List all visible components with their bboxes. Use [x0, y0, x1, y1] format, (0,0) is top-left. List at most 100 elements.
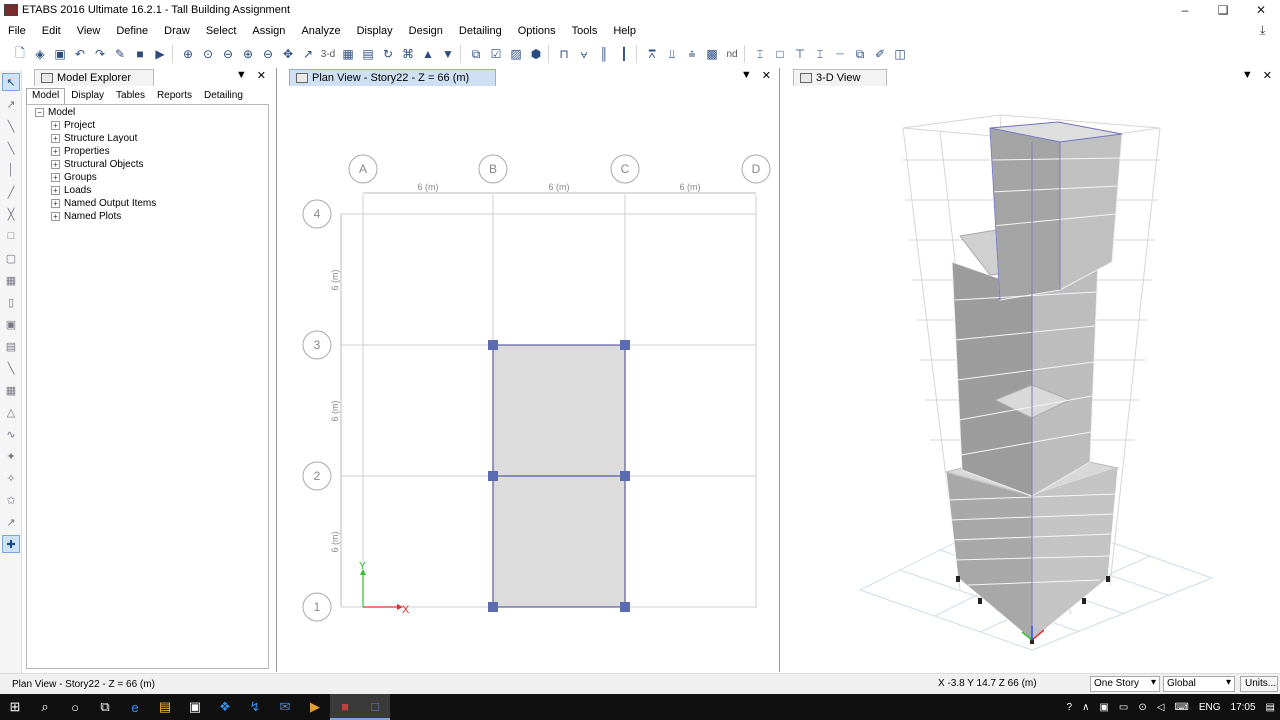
- model-explorer-tab[interactable]: Model Explorer: [34, 68, 154, 86]
- expand-icon[interactable]: +: [51, 199, 60, 208]
- draw-cross-brace-icon[interactable]: ╳: [2, 205, 20, 223]
- set-display-icon[interactable]: ☑: [486, 44, 506, 64]
- tower-mid-section[interactable]: [951, 261, 1099, 497]
- zoom-window-icon[interactable]: ⊕: [178, 44, 198, 64]
- restraint-icon[interactable]: ⫫: [662, 44, 682, 64]
- paint-icon[interactable]: ✐: [870, 44, 890, 64]
- expand-icon[interactable]: +: [51, 173, 60, 182]
- draw-beam-icon[interactable]: ╲: [2, 139, 20, 157]
- plan-view-canvas[interactable]: 6 (m) 6 (m) 6 (m) 6 (m) 6 (m) 6 (m) A B …: [277, 86, 779, 670]
- tree-item-project[interactable]: + Project: [51, 120, 95, 131]
- area-section-icon[interactable]: □: [770, 44, 790, 64]
- new-model-icon[interactable]: 🗋: [10, 44, 30, 64]
- volume-icon[interactable]: ◁: [1157, 702, 1165, 713]
- column-icon[interactable]: ┃: [614, 44, 634, 64]
- file-explorer-icon[interactable]: ▤: [150, 694, 180, 720]
- explorer-tab-display[interactable]: Display: [65, 88, 110, 104]
- dropbox-icon[interactable]: ❖: [210, 694, 240, 720]
- pane-close-icon[interactable]: ✕: [762, 69, 771, 82]
- tree-item-groups[interactable]: + Groups: [51, 172, 97, 183]
- menu-edit[interactable]: Edit: [34, 25, 69, 37]
- plan-view-icon[interactable]: ▦: [338, 44, 358, 64]
- section-icon[interactable]: ⌶: [750, 44, 770, 64]
- etabs-taskbar-icon[interactable]: ■: [330, 694, 360, 720]
- select-all-icon[interactable]: ✦: [2, 447, 20, 465]
- draw-rect-area-icon[interactable]: ▢: [2, 249, 20, 267]
- expand-icon[interactable]: +: [51, 186, 60, 195]
- draw-column-icon[interactable]: │: [2, 161, 20, 179]
- menu-help[interactable]: Help: [605, 25, 644, 37]
- menu-display[interactable]: Display: [349, 25, 401, 37]
- menu-design[interactable]: Design: [401, 25, 451, 37]
- menu-assign[interactable]: Assign: [244, 25, 293, 37]
- wifi-icon[interactable]: ⊙: [1138, 702, 1146, 713]
- zoom-previous-icon[interactable]: ⊖: [218, 44, 238, 64]
- search-icon[interactable]: ⌕: [30, 694, 60, 720]
- line-style-icon[interactable]: ┈: [830, 44, 850, 64]
- perspective-icon[interactable]: ⌘: [398, 44, 418, 64]
- cortana-icon[interactable]: ○: [60, 694, 90, 720]
- pane-close-icon[interactable]: ✕: [1263, 69, 1272, 82]
- plan-view-tab[interactable]: Plan View - Story22 - Z = 66 (m): [289, 68, 497, 86]
- zoom-out-icon[interactable]: ⊖: [258, 44, 278, 64]
- pane-menu-arrow-icon[interactable]: ▼: [741, 69, 752, 82]
- view-3d-button[interactable]: 3-d: [318, 49, 338, 60]
- display-options-icon[interactable]: ▨: [506, 44, 526, 64]
- beam-section-icon[interactable]: ⊤: [790, 44, 810, 64]
- media-icon[interactable]: ▶: [300, 694, 330, 720]
- tray-app-icon[interactable]: ▣: [1099, 702, 1108, 713]
- story-option-select[interactable]: One Story: [1090, 676, 1160, 692]
- view-3d-canvas[interactable]: [781, 86, 1280, 670]
- menu-options[interactable]: Options: [510, 25, 564, 37]
- open-icon[interactable]: ◈: [30, 44, 50, 64]
- object-icon[interactable]: ⬢: [526, 44, 546, 64]
- undo-icon[interactable]: ↶: [70, 44, 90, 64]
- run-analysis-icon[interactable]: ▶: [150, 44, 170, 64]
- tree-item-named-plots[interactable]: + Named Plots: [51, 211, 121, 222]
- menu-detailing[interactable]: Detailing: [451, 25, 510, 37]
- expand-icon[interactable]: +: [51, 212, 60, 221]
- minimize-button[interactable]: –: [1166, 0, 1204, 20]
- draw-link-icon[interactable]: ╲: [2, 359, 20, 377]
- draw-wall-stack-icon[interactable]: ▣: [2, 315, 20, 333]
- store-icon[interactable]: ▣: [180, 694, 210, 720]
- language-indicator[interactable]: ENG: [1199, 702, 1221, 713]
- draw-brace-icon[interactable]: ╱: [2, 183, 20, 201]
- download-icon[interactable]: ⤓: [1260, 23, 1274, 37]
- battery-icon[interactable]: ▭: [1119, 702, 1128, 713]
- explorer-tab-detailing[interactable]: Detailing: [198, 88, 249, 104]
- mail-icon[interactable]: ✉: [270, 694, 300, 720]
- tree-item-structure-layout[interactable]: + Structure Layout: [51, 133, 137, 144]
- units-button[interactable]: Units...: [1240, 676, 1278, 692]
- menu-select[interactable]: Select: [198, 25, 245, 37]
- joint-point[interactable]: [488, 340, 498, 350]
- ibeam-icon[interactable]: ⌶: [810, 44, 830, 64]
- explorer-tab-model[interactable]: Model: [26, 88, 66, 104]
- windows-start-icon[interactable]: ⊞: [0, 694, 30, 720]
- tree-item-properties[interactable]: + Properties: [51, 146, 110, 157]
- tree-root-model[interactable]: − Model: [35, 107, 75, 118]
- nd-button[interactable]: nd: [722, 49, 742, 60]
- expand-icon[interactable]: +: [51, 134, 60, 143]
- joint-point[interactable]: [620, 471, 630, 481]
- reshape-icon[interactable]: ↗: [2, 95, 20, 113]
- rotate-view-icon[interactable]: ↻: [378, 44, 398, 64]
- keyboard-icon[interactable]: ⌨: [1174, 702, 1188, 713]
- help-icon[interactable]: ?: [1067, 702, 1073, 713]
- move-down-icon[interactable]: ▼: [438, 44, 458, 64]
- task-view-icon[interactable]: ⧉: [90, 694, 120, 720]
- elevation-view-icon[interactable]: ▤: [358, 44, 378, 64]
- screen-recorder-icon[interactable]: □: [360, 694, 390, 720]
- pencil-icon[interactable]: ✎: [110, 44, 130, 64]
- tree-item-loads[interactable]: + Loads: [51, 185, 91, 196]
- explorer-tab-reports[interactable]: Reports: [151, 88, 198, 104]
- tree-item-structural-objects[interactable]: + Structural Objects: [51, 159, 143, 170]
- menu-draw[interactable]: Draw: [156, 25, 198, 37]
- coord-system-select[interactable]: Global: [1163, 676, 1235, 692]
- select-previous-icon[interactable]: ✧: [2, 469, 20, 487]
- support-icon[interactable]: ⩞: [642, 44, 662, 64]
- joint-point[interactable]: [488, 471, 498, 481]
- draw-grid-icon[interactable]: ▦: [2, 381, 20, 399]
- draw-floor-icon[interactable]: ▦: [2, 271, 20, 289]
- expand-icon[interactable]: +: [51, 147, 60, 156]
